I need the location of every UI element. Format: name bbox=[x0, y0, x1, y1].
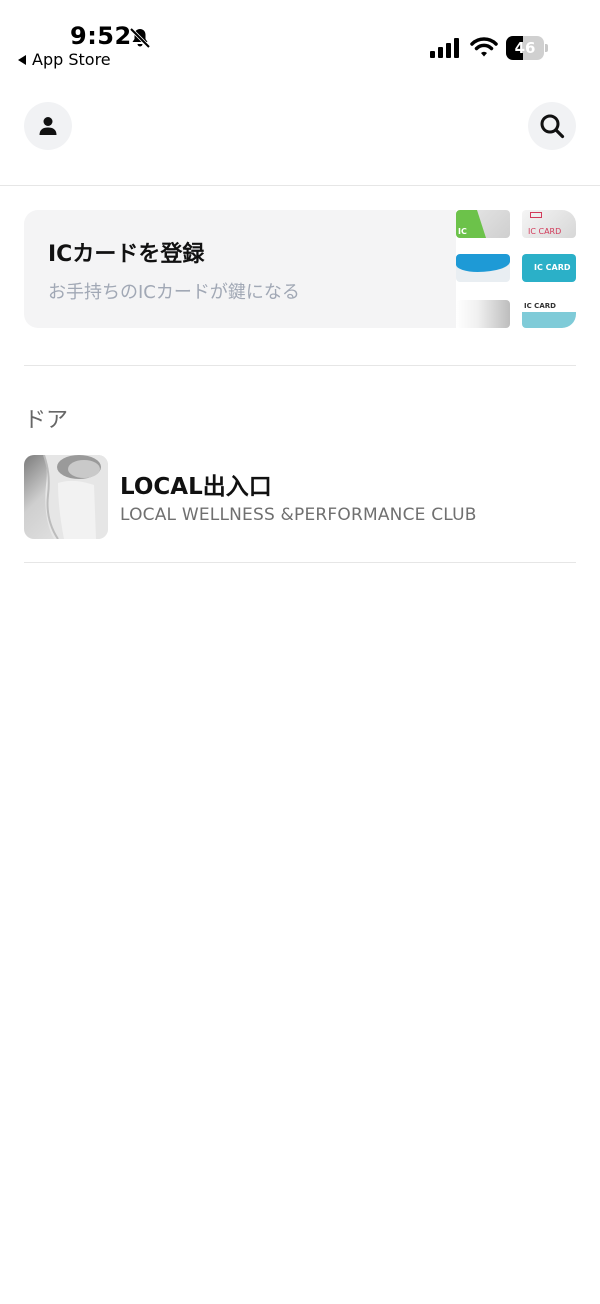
ic-card-image: IC bbox=[456, 210, 510, 238]
ic-card-image: IC CARD bbox=[522, 210, 576, 238]
ic-card-label: IC bbox=[458, 227, 467, 236]
battery-icon: 46 bbox=[506, 36, 548, 60]
cellular-signal-icon bbox=[430, 38, 459, 58]
magnifier-icon bbox=[540, 114, 565, 139]
wifi-icon bbox=[470, 37, 498, 57]
door-list-item[interactable]: LOCAL出入口 LOCAL WELLNESS &PERFORMANCE CLU… bbox=[24, 455, 576, 541]
status-bar: 9:52 App Store 46 bbox=[0, 0, 600, 80]
list-divider bbox=[24, 562, 576, 563]
profile-button[interactable] bbox=[24, 102, 72, 150]
ic-card-image: IC CARD bbox=[522, 300, 576, 328]
door-name: LOCAL出入口 bbox=[120, 474, 272, 500]
back-triangle-icon bbox=[18, 54, 26, 65]
ic-card-image bbox=[456, 300, 510, 328]
door-location: LOCAL WELLNESS &PERFORMANCE CLUB bbox=[120, 505, 477, 525]
ic-card-image: IC CARD bbox=[522, 254, 576, 282]
ic-card-label: IC CARD bbox=[524, 302, 556, 310]
ic-banner-title: ICカードを登録 bbox=[48, 242, 205, 267]
ic-banner-subtitle: お手持ちのICカードが鍵になる bbox=[48, 282, 300, 303]
doors-section-title: ドア bbox=[24, 408, 69, 433]
back-to-app-store[interactable]: App Store bbox=[18, 50, 111, 69]
ic-card-label: IC CARD bbox=[534, 263, 571, 272]
ic-card-images: IC IC CARD IC CARD IC CARD bbox=[456, 210, 576, 328]
ic-card-label: IC CARD bbox=[528, 227, 562, 236]
person-icon bbox=[39, 117, 57, 135]
battery-level: 46 bbox=[514, 39, 536, 57]
search-button[interactable] bbox=[528, 102, 576, 150]
register-ic-card-banner[interactable]: ICカードを登録 お手持ちのICカードが鍵になる IC IC CARD IC C… bbox=[24, 210, 576, 328]
bell-slash-icon bbox=[129, 27, 151, 49]
status-time: 9:52 bbox=[70, 22, 132, 50]
section-divider bbox=[24, 365, 576, 366]
ic-card-image bbox=[456, 254, 510, 282]
back-app-label: App Store bbox=[32, 50, 111, 69]
header-divider bbox=[0, 185, 600, 186]
door-lock-thumbnail bbox=[24, 455, 108, 539]
